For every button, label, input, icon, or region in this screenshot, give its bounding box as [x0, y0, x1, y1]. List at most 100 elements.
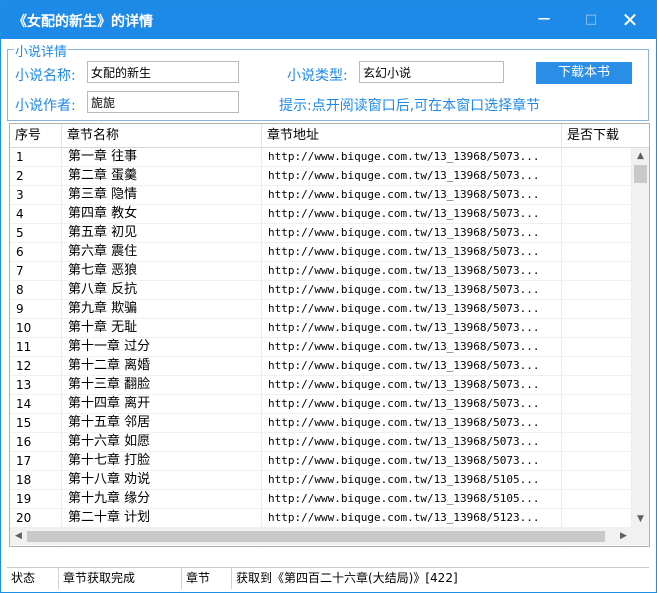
table-row[interactable]: 14 第十四章 离开 http://www.biquge.com.tw/13_139…	[10, 395, 632, 414]
row-index: 1	[10, 148, 62, 166]
horizontal-scrollbar[interactable]: ◀ ▶	[10, 528, 632, 545]
row-chapter-name: 第八章 反抗	[62, 281, 262, 299]
row-chapter-name: 第十五章 邻居	[62, 414, 262, 432]
row-downloaded	[562, 300, 632, 318]
row-downloaded	[562, 262, 632, 280]
table-row[interactable]: 8 第八章 反抗 http://www.biquge.com.tw/13_13968…	[10, 281, 632, 300]
row-chapter-url: http://www.biquge.com.tw/13_13968/5073..…	[262, 148, 562, 166]
row-downloaded	[562, 243, 632, 261]
row-downloaded	[562, 338, 632, 356]
row-downloaded	[562, 357, 632, 375]
name-field[interactable]: 女配的新生	[87, 61, 239, 83]
author-field[interactable]: 旎旎	[87, 91, 239, 113]
table-row[interactable]: 6 第六章 震住 http://www.biquge.com.tw/13_13968…	[10, 243, 632, 262]
horizontal-scroll-thumb[interactable]	[27, 531, 605, 542]
table-row[interactable]: 11 第十一章 过分 http://www.biquge.com.tw/13_139…	[10, 338, 632, 357]
scrollbar-corner	[632, 528, 649, 545]
row-chapter-name: 第二章 蛋羹	[62, 167, 262, 185]
row-chapter-name: 第十三章 翻脸	[62, 376, 262, 394]
status-label: 状态	[7, 568, 59, 589]
scroll-down-icon[interactable]: ▼	[632, 511, 649, 528]
chapter-status-label: 章节	[182, 568, 232, 589]
row-chapter-url: http://www.biquge.com.tw/13_13968/5073..…	[262, 433, 562, 451]
row-downloaded	[562, 205, 632, 223]
table-row[interactable]: 4 第四章 教女 http://www.biquge.com.tw/13_13968…	[10, 205, 632, 224]
table-row[interactable]: 10 第十章 无耻 http://www.biquge.com.tw/13_1396…	[10, 319, 632, 338]
close-icon[interactable]: ✕	[613, 8, 647, 32]
row-chapter-name: 第四章 教女	[62, 205, 262, 223]
row-chapter-name: 第一章 往事	[62, 148, 262, 166]
minimize-icon[interactable]: ─	[527, 8, 561, 32]
table-row[interactable]: 18 第十八章 劝说 http://www.biquge.com.tw/13_139…	[10, 471, 632, 490]
row-downloaded	[562, 224, 632, 242]
row-chapter-name: 第六章 震住	[62, 243, 262, 261]
row-index: 13	[10, 376, 62, 394]
table-row[interactable]: 19 第十九章 缘分 http://www.biquge.com.tw/13_139…	[10, 490, 632, 509]
vertical-scrollbar[interactable]: ▲ ▼	[632, 148, 649, 528]
type-label: 小说类型:	[287, 68, 348, 84]
table-body: 1 第一章 往事 http://www.biquge.com.tw/13_13968…	[10, 148, 632, 546]
table-row[interactable]: 12 第十二章 离婚 http://www.biquge.com.tw/13_139…	[10, 357, 632, 376]
row-index: 18	[10, 471, 62, 489]
row-index: 6	[10, 243, 62, 261]
table-row[interactable]: 15 第十五章 邻居 http://www.biquge.com.tw/13_139…	[10, 414, 632, 433]
name-label: 小说名称:	[15, 68, 76, 84]
row-downloaded	[562, 509, 632, 527]
column-header-downloaded[interactable]: 是否下载	[562, 124, 649, 147]
row-chapter-url: http://www.biquge.com.tw/13_13968/5073..…	[262, 167, 562, 185]
scroll-left-icon[interactable]: ◀	[10, 528, 27, 545]
row-chapter-url: http://www.biquge.com.tw/13_13968/5073..…	[262, 300, 562, 318]
table-row[interactable]: 16 第十六章 如愿 http://www.biquge.com.tw/13_139…	[10, 433, 632, 452]
row-chapter-url: http://www.biquge.com.tw/13_13968/5073..…	[262, 186, 562, 204]
table-row[interactable]: 5 第五章 初见 http://www.biquge.com.tw/13_13968…	[10, 224, 632, 243]
table-row[interactable]: 9 第九章 欺骗 http://www.biquge.com.tw/13_13968…	[10, 300, 632, 319]
row-downloaded	[562, 319, 632, 337]
table-row[interactable]: 7 第七章 恶狼 http://www.biquge.com.tw/13_13968…	[10, 262, 632, 281]
column-header-chapter-name[interactable]: 章节名称	[62, 124, 262, 147]
row-chapter-url: http://www.biquge.com.tw/13_13968/5073..…	[262, 262, 562, 280]
table-row[interactable]: 3 第三章 隐情 http://www.biquge.com.tw/13_13968…	[10, 186, 632, 205]
scroll-right-icon[interactable]: ▶	[615, 528, 632, 545]
table-row[interactable]: 13 第十三章 翻脸 http://www.biquge.com.tw/13_139…	[10, 376, 632, 395]
row-chapter-name: 第十六章 如愿	[62, 433, 262, 451]
chapter-status-value: 获取到《第四百二十六章(大结局)》[422]	[236, 571, 458, 585]
row-index: 2	[10, 167, 62, 185]
row-index: 3	[10, 186, 62, 204]
row-chapter-name: 第十八章 劝说	[62, 471, 262, 489]
table-row[interactable]: 2 第二章 蛋羹 http://www.biquge.com.tw/13_13968…	[10, 167, 632, 186]
vertical-scroll-thumb[interactable]	[634, 165, 647, 183]
row-chapter-name: 第二十章 计划	[62, 509, 262, 527]
row-index: 12	[10, 357, 62, 375]
row-downloaded	[562, 452, 632, 470]
table-header: 序号 章节名称 章节地址 是否下载	[10, 124, 649, 148]
maximize-icon[interactable]: □	[574, 8, 608, 32]
table-row[interactable]: 20 第二十章 计划 http://www.biquge.com.tw/13_139…	[10, 509, 632, 528]
type-field[interactable]: 玄幻小说	[359, 61, 504, 83]
chapter-table[interactable]: 序号 章节名称 章节地址 是否下载 1 第一章 往事 http://www.biqu…	[9, 123, 650, 547]
table-row[interactable]: 17 第十七章 打脸 http://www.biquge.com.tw/13_139…	[10, 452, 632, 471]
row-chapter-url: http://www.biquge.com.tw/13_13968/5073..…	[262, 452, 562, 470]
row-chapter-name: 第十四章 离开	[62, 395, 262, 413]
row-chapter-url: http://www.biquge.com.tw/13_13968/5073..…	[262, 376, 562, 394]
row-chapter-name: 第七章 恶狼	[62, 262, 262, 280]
row-chapter-url: http://www.biquge.com.tw/13_13968/5073..…	[262, 319, 562, 337]
title-bar[interactable]: 《女配的新生》的详情 ─ □ ✕	[1, 1, 656, 39]
download-book-button[interactable]: 下载本书	[536, 62, 632, 84]
column-header-index[interactable]: 序号	[10, 124, 62, 147]
row-index: 5	[10, 224, 62, 242]
row-chapter-url: http://www.biquge.com.tw/13_13968/5073..…	[262, 395, 562, 413]
window-title: 《女配的新生》的详情	[13, 14, 153, 30]
row-downloaded	[562, 167, 632, 185]
row-chapter-name: 第九章 欺骗	[62, 300, 262, 318]
column-header-chapter-url[interactable]: 章节地址	[262, 124, 562, 147]
row-chapter-url: http://www.biquge.com.tw/13_13968/5073..…	[262, 243, 562, 261]
scroll-up-icon[interactable]: ▲	[632, 148, 649, 165]
row-index: 15	[10, 414, 62, 432]
row-downloaded	[562, 414, 632, 432]
row-chapter-url: http://www.biquge.com.tw/13_13968/5073..…	[262, 205, 562, 223]
row-downloaded	[562, 471, 632, 489]
row-index: 11	[10, 338, 62, 356]
row-chapter-name: 第五章 初见	[62, 224, 262, 242]
row-downloaded	[562, 395, 632, 413]
table-row[interactable]: 1 第一章 往事 http://www.biquge.com.tw/13_13968…	[10, 148, 632, 167]
